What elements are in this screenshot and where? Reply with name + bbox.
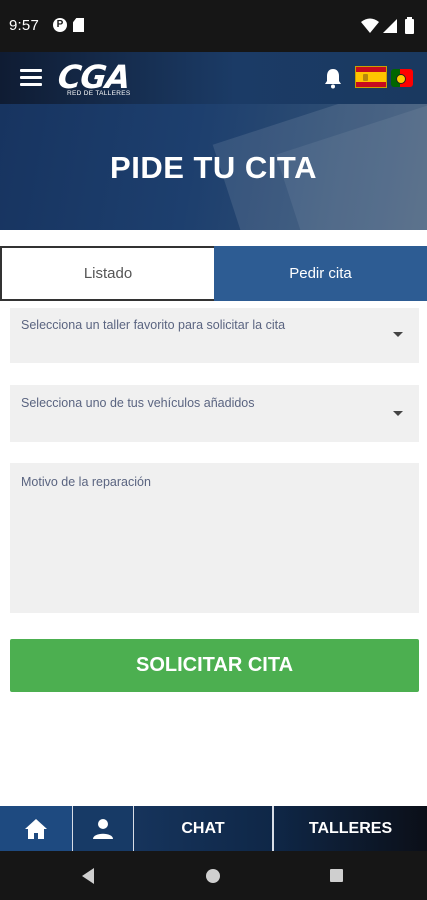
p-app-icon: P [53,18,67,32]
bottom-nav: CHAT TALLERES [0,806,427,851]
home-icon [25,818,47,839]
chat-button[interactable]: CHAT [134,806,272,851]
bell-icon[interactable] [322,67,344,89]
hero-banner: PIDE TU CITA [0,104,427,230]
status-time: 9:57 [9,17,39,34]
motivo-textarea[interactable]: Motivo de la reparación [10,463,419,613]
tab-pedir-cita[interactable]: Pedir cita [214,246,427,301]
motivo-label: Motivo de la reparación [21,475,151,489]
chevron-down-icon [393,332,403,337]
talleres-button[interactable]: TALLERES [274,806,427,851]
sd-card-icon [73,18,84,32]
cga-logo: CGA RED DE TALLERES [56,58,148,99]
recent-apps-icon[interactable] [330,869,343,882]
back-icon[interactable] [82,868,94,884]
spain-flag-icon[interactable] [355,66,387,88]
vehiculo-select[interactable]: Selecciona uno de tus vehículos añadidos [10,385,419,442]
vehiculo-select-label: Selecciona uno de tus vehículos añadidos [21,396,255,410]
home-circle-icon[interactable] [206,869,220,883]
battery-icon [405,17,414,34]
page-title: PIDE TU CITA [110,150,317,185]
status-icons [361,17,417,35]
chevron-down-icon [393,411,403,416]
user-icon [93,818,113,839]
system-nav-bar [0,851,427,900]
taller-select-label: Selecciona un taller favorito para solic… [21,318,286,332]
profile-button[interactable] [73,806,133,851]
app-screen: 9:57 P CGA RED DE TALLERES PIDE TU CITA … [0,0,427,900]
signal-icon [383,19,397,33]
taller-select[interactable]: Selecciona un taller favorito para solic… [10,308,419,363]
wifi-icon [361,18,379,33]
menu-icon[interactable] [20,69,42,87]
portugal-flag-icon[interactable] [391,69,413,87]
tab-listado[interactable]: Listado [0,246,214,301]
logo-subtitle: RED DE TALLERES [67,90,131,97]
tab-bar: Listado Pedir cita [0,246,427,301]
status-bar: 9:57 P [0,0,427,52]
home-button[interactable] [0,806,72,851]
solicitar-cita-button[interactable]: SOLICITAR CITA [10,639,419,692]
